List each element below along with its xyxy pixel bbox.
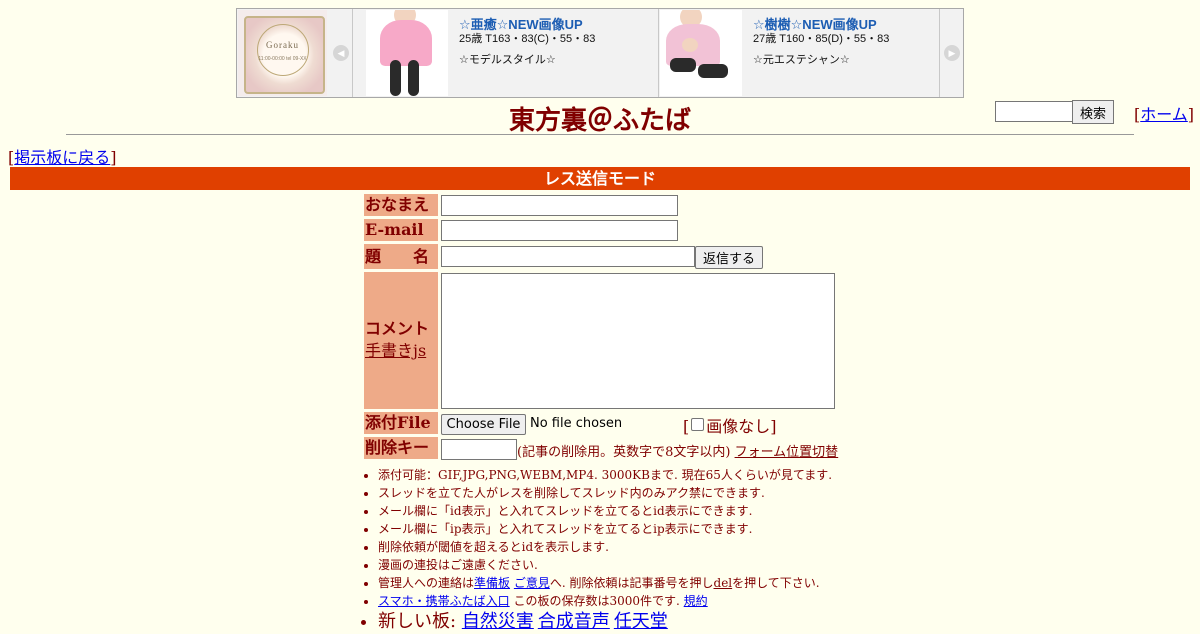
note-text: へ. 削除依頼は記事番号を押し <box>549 576 714 590</box>
list-item: 漫画の連投はご遠慮ください. <box>378 556 832 574</box>
list-item: 添付可能：GIF,JPG,PNG,WEBM,MP4. 3000KBまで. 現在6… <box>378 466 832 484</box>
new-board-link[interactable]: 自然災害 <box>462 611 534 632</box>
name-label: おなまえ <box>364 194 438 216</box>
del-link[interactable]: del <box>714 576 733 590</box>
note-text: この板の保存数は3000件です. <box>513 594 680 608</box>
photo-leg <box>408 60 419 96</box>
list-item: スレッドを立てた人がレスを削除してスレッド内のみアク禁にできます. <box>378 484 832 502</box>
bracket: ] <box>1187 105 1195 124</box>
comment-label: コメント <box>365 319 430 338</box>
new-boards-label: 新しい板: <box>378 611 457 632</box>
home-link[interactable]: ホーム <box>1140 105 1188 124</box>
new-board-link[interactable]: 任天堂 <box>614 611 668 632</box>
bracket: ] <box>770 417 777 436</box>
divider <box>66 134 1134 135</box>
ad-banner[interactable]: Goraku 11:00-00:00 tel 09-XX ◀ ☆亜癒☆NEW画像… <box>236 8 964 98</box>
banner-divider <box>658 9 659 97</box>
submit-reply-button[interactable]: 返信する <box>695 246 763 269</box>
reply-mode-bar: レス送信モード <box>10 167 1190 190</box>
list-item: 管理人への連絡は準備板 ご意見へ. 削除依頼は記事番号を押しdelを押して下さい… <box>378 574 832 592</box>
card-photo-1[interactable] <box>366 10 448 96</box>
list-item: 削除依頼が閾値を超えるとidを表示します. <box>378 538 832 556</box>
comment-label-cell: コメント 手書きjs <box>364 272 438 409</box>
photo-dress <box>380 20 432 66</box>
card-stats-1: 25歳 T163・83(C)・55・83 <box>459 33 596 45</box>
logo-ring <box>257 24 309 76</box>
prep-board-link[interactable]: 準備板 <box>474 576 510 590</box>
bracket: [ <box>683 417 690 436</box>
card-tagline-1: ☆モデルスタイル☆ <box>459 54 556 66</box>
bracket: ] <box>110 148 117 167</box>
logo-name: Goraku <box>266 40 299 50</box>
list-item: メール欄に「id表示」と入れてスレッドを立てるとid表示にできます. <box>378 502 832 520</box>
delete-key-field[interactable] <box>441 439 517 460</box>
banner-divider <box>939 9 940 97</box>
delete-key-hint: (記事の削除用。英数字で8文字以内) <box>517 445 731 460</box>
photo-leg <box>670 58 696 72</box>
subject-label: 題 名 <box>364 244 438 269</box>
card-photo-2[interactable] <box>660 10 742 96</box>
no-image-option: [ 画像なし] <box>683 413 777 437</box>
file-status: No file chosen <box>530 416 623 431</box>
comment-textarea[interactable] <box>441 273 835 409</box>
handwriting-js-link[interactable]: 手書きjs <box>365 340 426 362</box>
new-board-link[interactable]: 合成音声 <box>538 611 610 632</box>
home-nav: [ホーム] <box>1134 101 1194 125</box>
back-to-board-link[interactable]: 掲示板に戻る <box>14 148 110 167</box>
board-notes: 添付可能：GIF,JPG,PNG,WEBM,MP4. 3000KBまで. 現在6… <box>362 466 832 634</box>
name-field[interactable] <box>441 195 678 216</box>
delete-key-label: 削除キー <box>364 437 438 459</box>
search-input[interactable] <box>995 101 1075 122</box>
photo-leg <box>390 60 401 96</box>
note-text: を押して下さい. <box>732 576 820 590</box>
note-text: 管理人への連絡は <box>378 576 475 590</box>
back-nav: [掲示板に戻る] <box>8 144 117 168</box>
mobile-entry-link[interactable]: スマホ・携帯ふたば入口 <box>378 594 510 608</box>
search-button[interactable]: 検索 <box>1072 100 1114 124</box>
card-stats-2: 27歳 T160・85(D)・55・83 <box>753 33 890 45</box>
logo-sub: 11:00-00:00 tel 09-XX <box>258 56 307 62</box>
no-image-checkbox[interactable] <box>691 418 705 431</box>
banner-next-icon[interactable]: ▶ <box>944 45 960 61</box>
banner-divider <box>352 9 353 97</box>
feedback-link[interactable]: ご意見 <box>514 576 550 590</box>
file-label: 添付File <box>364 412 438 434</box>
photo-skin <box>682 38 698 52</box>
email-field[interactable] <box>441 220 678 241</box>
delete-key-note: (記事の削除用。英数字で8文字以内) フォーム位置切替 <box>517 441 838 460</box>
list-item: 新しい板: 自然災害合成音声任天堂 <box>378 610 832 634</box>
shop-logo[interactable]: Goraku 11:00-00:00 tel 09-XX <box>238 10 327 96</box>
subject-field[interactable] <box>441 246 695 267</box>
choose-file-button[interactable]: Choose File <box>441 414 526 435</box>
no-image-label: 画像なし <box>706 417 771 436</box>
card-tagline-2: ☆元エステシャン☆ <box>753 54 850 66</box>
photo-leg <box>698 64 728 78</box>
banner-prev-icon[interactable]: ◀ <box>333 45 349 61</box>
rules-link[interactable]: 規約 <box>684 594 708 608</box>
list-item: スマホ・携帯ふたば入口 この板の保存数は3000件です. 規約 <box>378 592 832 610</box>
email-label: E-mail <box>364 219 438 241</box>
list-item: メール欄に「ip表示」と入れてスレッドを立てるとip表示にできます. <box>378 520 832 538</box>
form-position-toggle-link[interactable]: フォーム位置切替 <box>735 445 839 460</box>
